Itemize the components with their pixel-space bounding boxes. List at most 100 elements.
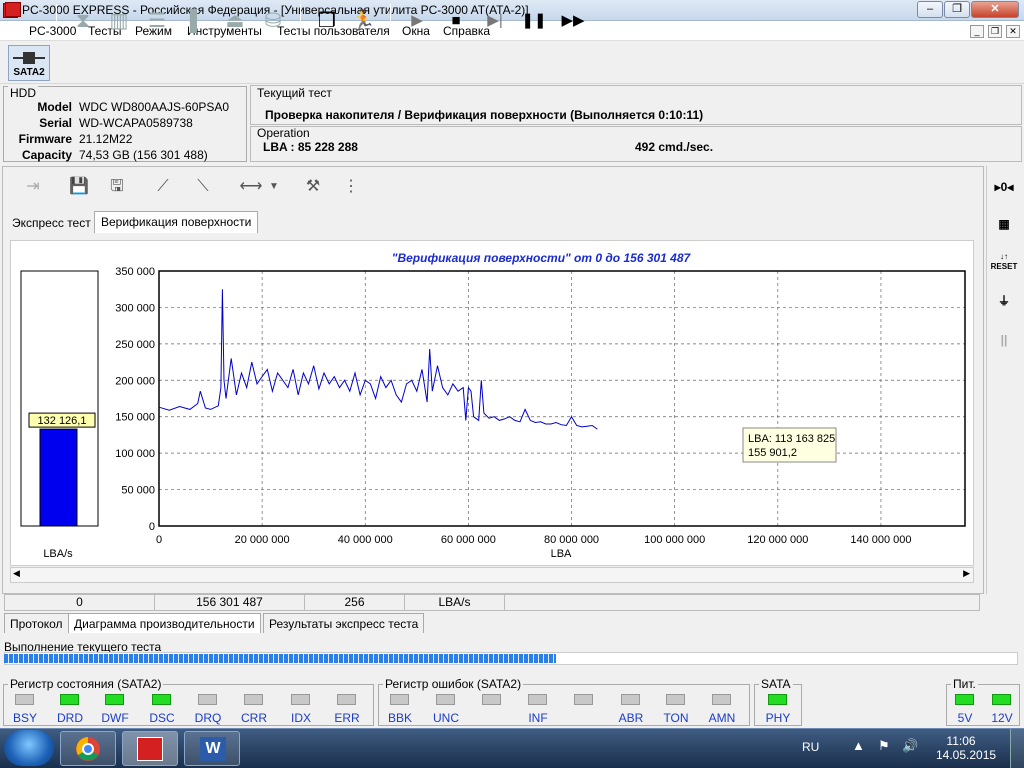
- close-button[interactable]: ✕: [971, 1, 1019, 18]
- operation-panel: Operation LBA : 85 228 288 492 cmd./sec.: [250, 126, 1022, 162]
- x-tick-label: 140 000 000: [850, 534, 911, 546]
- led-label-dsc: DSC: [149, 711, 175, 725]
- reset-icon[interactable]: ↓↑ RESET: [990, 252, 1018, 276]
- pause-icon[interactable]: ❚❚: [519, 6, 549, 36]
- led-label-12v: 12V: [991, 711, 1013, 725]
- bars-icon[interactable]: ▌: [182, 6, 212, 36]
- mdi-minimize-icon[interactable]: _: [970, 25, 984, 38]
- power-switch-icon[interactable]: ⏚: [990, 289, 1018, 313]
- tray-arrow-icon[interactable]: ▲: [852, 738, 865, 753]
- plug-icon: [13, 52, 45, 64]
- tab-performance[interactable]: Диаграмма производительности: [68, 613, 261, 633]
- hdd-legend: HDD: [8, 86, 38, 100]
- led-label-abr: ABR: [618, 711, 644, 725]
- disk-icon[interactable]: ⛁: [258, 6, 288, 36]
- mdi-close-icon[interactable]: ✕: [1006, 25, 1020, 38]
- tab-express-results[interactable]: Результаты экспресс теста: [263, 613, 425, 633]
- sata-mode-button[interactable]: SATA2: [8, 45, 50, 81]
- led-blank: [482, 694, 501, 705]
- pc3000-task[interactable]: [122, 731, 178, 766]
- tools-icon[interactable]: ⚒: [300, 174, 326, 200]
- play-icon[interactable]: ▶: [402, 6, 432, 36]
- model-label: Model: [37, 100, 72, 114]
- status-row: 0 156 301 487 256 LBA/s: [4, 594, 980, 611]
- flag-icon[interactable]: ⚑: [878, 738, 890, 754]
- led-bbk: [390, 694, 409, 705]
- y-tick-label: 100 000: [115, 448, 155, 460]
- stop-icon[interactable]: ■: [441, 6, 471, 36]
- scroll-right-icon[interactable]: ▶: [963, 568, 970, 579]
- volume-icon[interactable]: 🔊: [902, 738, 918, 754]
- y-tick-label: 250 000: [115, 339, 155, 351]
- gauge-unit: LBA/s: [43, 548, 73, 560]
- platter-icon[interactable]: ⏏: [220, 6, 250, 36]
- led-drd: [60, 694, 79, 705]
- mdi-restore-icon[interactable]: ❐: [988, 25, 1002, 38]
- tab-protocol[interactable]: Протокол: [4, 613, 69, 633]
- connect-icon[interactable]: ▸0◂: [990, 175, 1018, 199]
- y-tick-label: 0: [149, 521, 155, 533]
- windows-icon[interactable]: ❐: [312, 6, 342, 36]
- led-label-bsy: BSY: [12, 711, 37, 725]
- minimize-button[interactable]: –: [917, 1, 943, 18]
- x-tick-label: 120 000 000: [747, 534, 808, 546]
- tab-express-test[interactable]: Экспресс тест: [6, 213, 97, 233]
- x-axis-label: LBA: [551, 548, 572, 560]
- led-label-5v: 5V: [957, 711, 973, 725]
- settings-list-icon[interactable]: ⋮: [338, 174, 364, 200]
- y-tick-label: 300 000: [115, 302, 155, 314]
- chrome-icon: [76, 737, 100, 761]
- chrome-task[interactable]: [60, 731, 116, 766]
- status-end: 156 301 487: [155, 595, 305, 610]
- led-inf: [528, 694, 547, 705]
- range-icon[interactable]: ⟷: [238, 174, 264, 200]
- show-desktop-button[interactable]: [1010, 729, 1024, 768]
- led-label-dwf: DWF: [101, 711, 129, 725]
- y-tick-label: 150 000: [115, 412, 155, 424]
- led-label-idx: IDX: [290, 711, 311, 725]
- capacity-label: Capacity: [21, 148, 72, 162]
- led-label-inf: INF: [528, 711, 548, 725]
- word-task[interactable]: W: [184, 731, 240, 766]
- led-5v: [955, 694, 974, 705]
- save-icon[interactable]: 💾: [66, 174, 92, 200]
- status-block: 256: [305, 595, 405, 610]
- graph-line-icon[interactable]: ⟋: [150, 174, 176, 200]
- scroll-left-icon[interactable]: ◀: [13, 568, 20, 579]
- language-indicator[interactable]: RU: [802, 740, 819, 754]
- x-tick-label: 60 000 000: [441, 534, 496, 546]
- skip-icon[interactable]: ▶|: [480, 6, 510, 36]
- head-test-icon[interactable]: ⧗: [68, 6, 98, 36]
- led-label-drq: DRQ: [194, 711, 222, 725]
- y-tick-label: 350 000: [115, 266, 155, 278]
- restore-button[interactable]: ❐: [944, 1, 970, 18]
- start-button[interactable]: [4, 730, 54, 766]
- clock[interactable]: 11:06 14.05.2015: [936, 734, 996, 762]
- led-12v: [992, 694, 1011, 705]
- runner-icon[interactable]: 🏃: [348, 6, 378, 36]
- led-unc: [436, 694, 455, 705]
- led-label-crr: CRR: [241, 711, 267, 725]
- pause-side-icon[interactable]: ||: [990, 328, 1018, 352]
- app-menu-icon[interactable]: [5, 2, 21, 17]
- series-line: [158, 289, 598, 430]
- tooltip-value: 155 901,2: [748, 447, 797, 459]
- word-icon: W: [200, 737, 226, 761]
- horizontal-scrollbar[interactable]: ◀ ▶: [10, 567, 974, 583]
- x-tick-label: 80 000 000: [544, 534, 599, 546]
- chip-icon[interactable]: ▥: [104, 6, 134, 36]
- led-phy: [768, 694, 787, 705]
- tab-surface-verify[interactable]: Верификация поверхности: [94, 211, 259, 233]
- board-icon[interactable]: ▦: [990, 212, 1018, 236]
- x-tick-label: 20 000 000: [235, 534, 290, 546]
- graph-down-icon[interactable]: ⟍: [190, 174, 216, 200]
- led-bsy: [15, 694, 34, 705]
- dropdown-icon[interactable]: ▼: [266, 174, 282, 200]
- chart-title: "Верификация поверхности" от 0 до 156 30…: [392, 251, 692, 265]
- led-amn: [712, 694, 731, 705]
- fast-forward-icon[interactable]: ▶▶: [558, 6, 588, 36]
- status-start: 0: [5, 595, 155, 610]
- export-icon[interactable]: ⇥: [20, 174, 46, 200]
- load-icon[interactable]: 🖫: [104, 174, 130, 200]
- list-icon[interactable]: ☰: [142, 6, 172, 36]
